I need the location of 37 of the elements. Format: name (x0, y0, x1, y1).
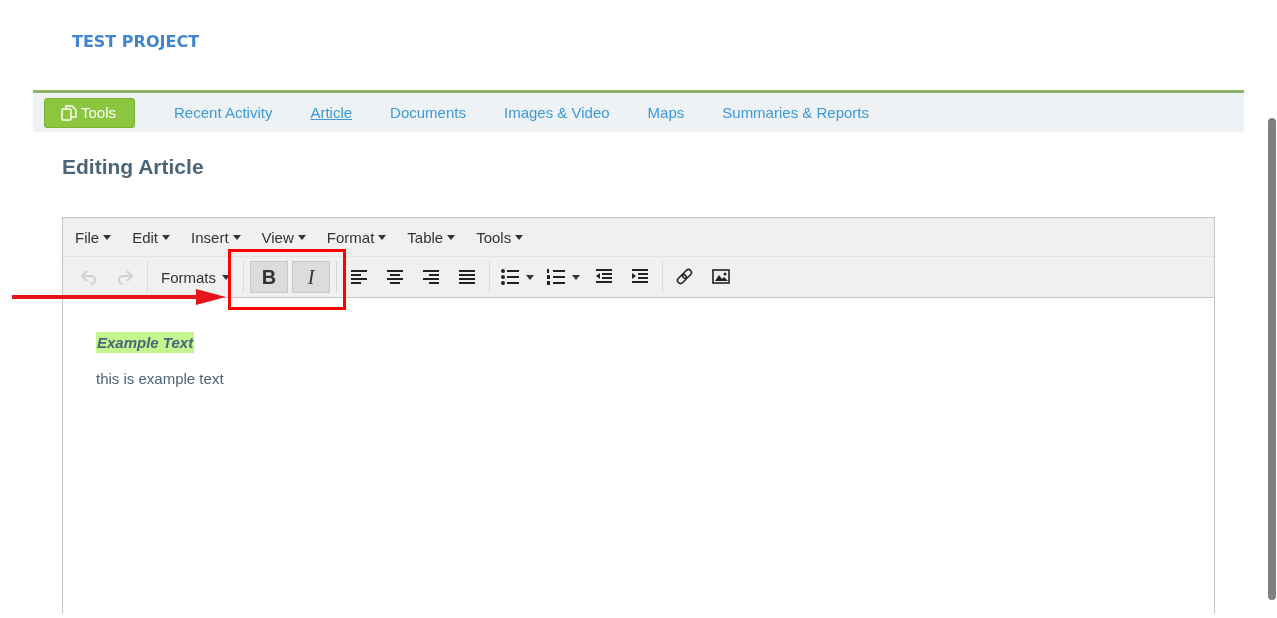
caret-icon (526, 274, 534, 280)
body-text: this is example text (96, 370, 225, 387)
link-icon (676, 268, 694, 286)
caret-icon (222, 274, 230, 280)
caret-icon (378, 234, 387, 240)
caret-icon (297, 234, 306, 240)
align-center-icon (386, 268, 404, 286)
menu-item[interactable]: Format (318, 228, 395, 246)
bullet-list-icon (500, 268, 520, 286)
project-title[interactable]: TEST PROJECT (33, 0, 1244, 64)
align-right-icon (422, 268, 440, 286)
outdent-icon (595, 268, 613, 286)
redo-icon (116, 268, 134, 286)
italic-button[interactable]: I (292, 261, 330, 293)
page-heading: Editing Article (62, 155, 205, 180)
caret-icon (447, 234, 456, 240)
caret-icon (572, 274, 580, 280)
menu-item[interactable]: View (253, 228, 314, 246)
highlighted-text: Example Text (96, 332, 195, 353)
menu-item[interactable]: File (67, 228, 120, 246)
numbered-list-icon (546, 268, 566, 286)
scrollbar-thumb[interactable] (1268, 118, 1276, 600)
align-left-icon (350, 268, 368, 286)
copy-icon (61, 104, 77, 121)
caret-icon (515, 234, 524, 240)
menu-item[interactable]: Insert (183, 228, 249, 246)
bold-button[interactable]: B (250, 261, 288, 293)
caret-icon (103, 234, 112, 240)
menu-item[interactable]: Edit (124, 228, 179, 246)
menu-item[interactable]: Tools (468, 228, 532, 246)
justify-icon (458, 268, 476, 286)
indent-icon (631, 268, 649, 286)
undo-icon (80, 268, 98, 286)
caret-icon (232, 234, 241, 240)
image-icon (712, 268, 730, 286)
menu-item[interactable]: Table (399, 228, 464, 246)
caret-icon (162, 234, 171, 240)
